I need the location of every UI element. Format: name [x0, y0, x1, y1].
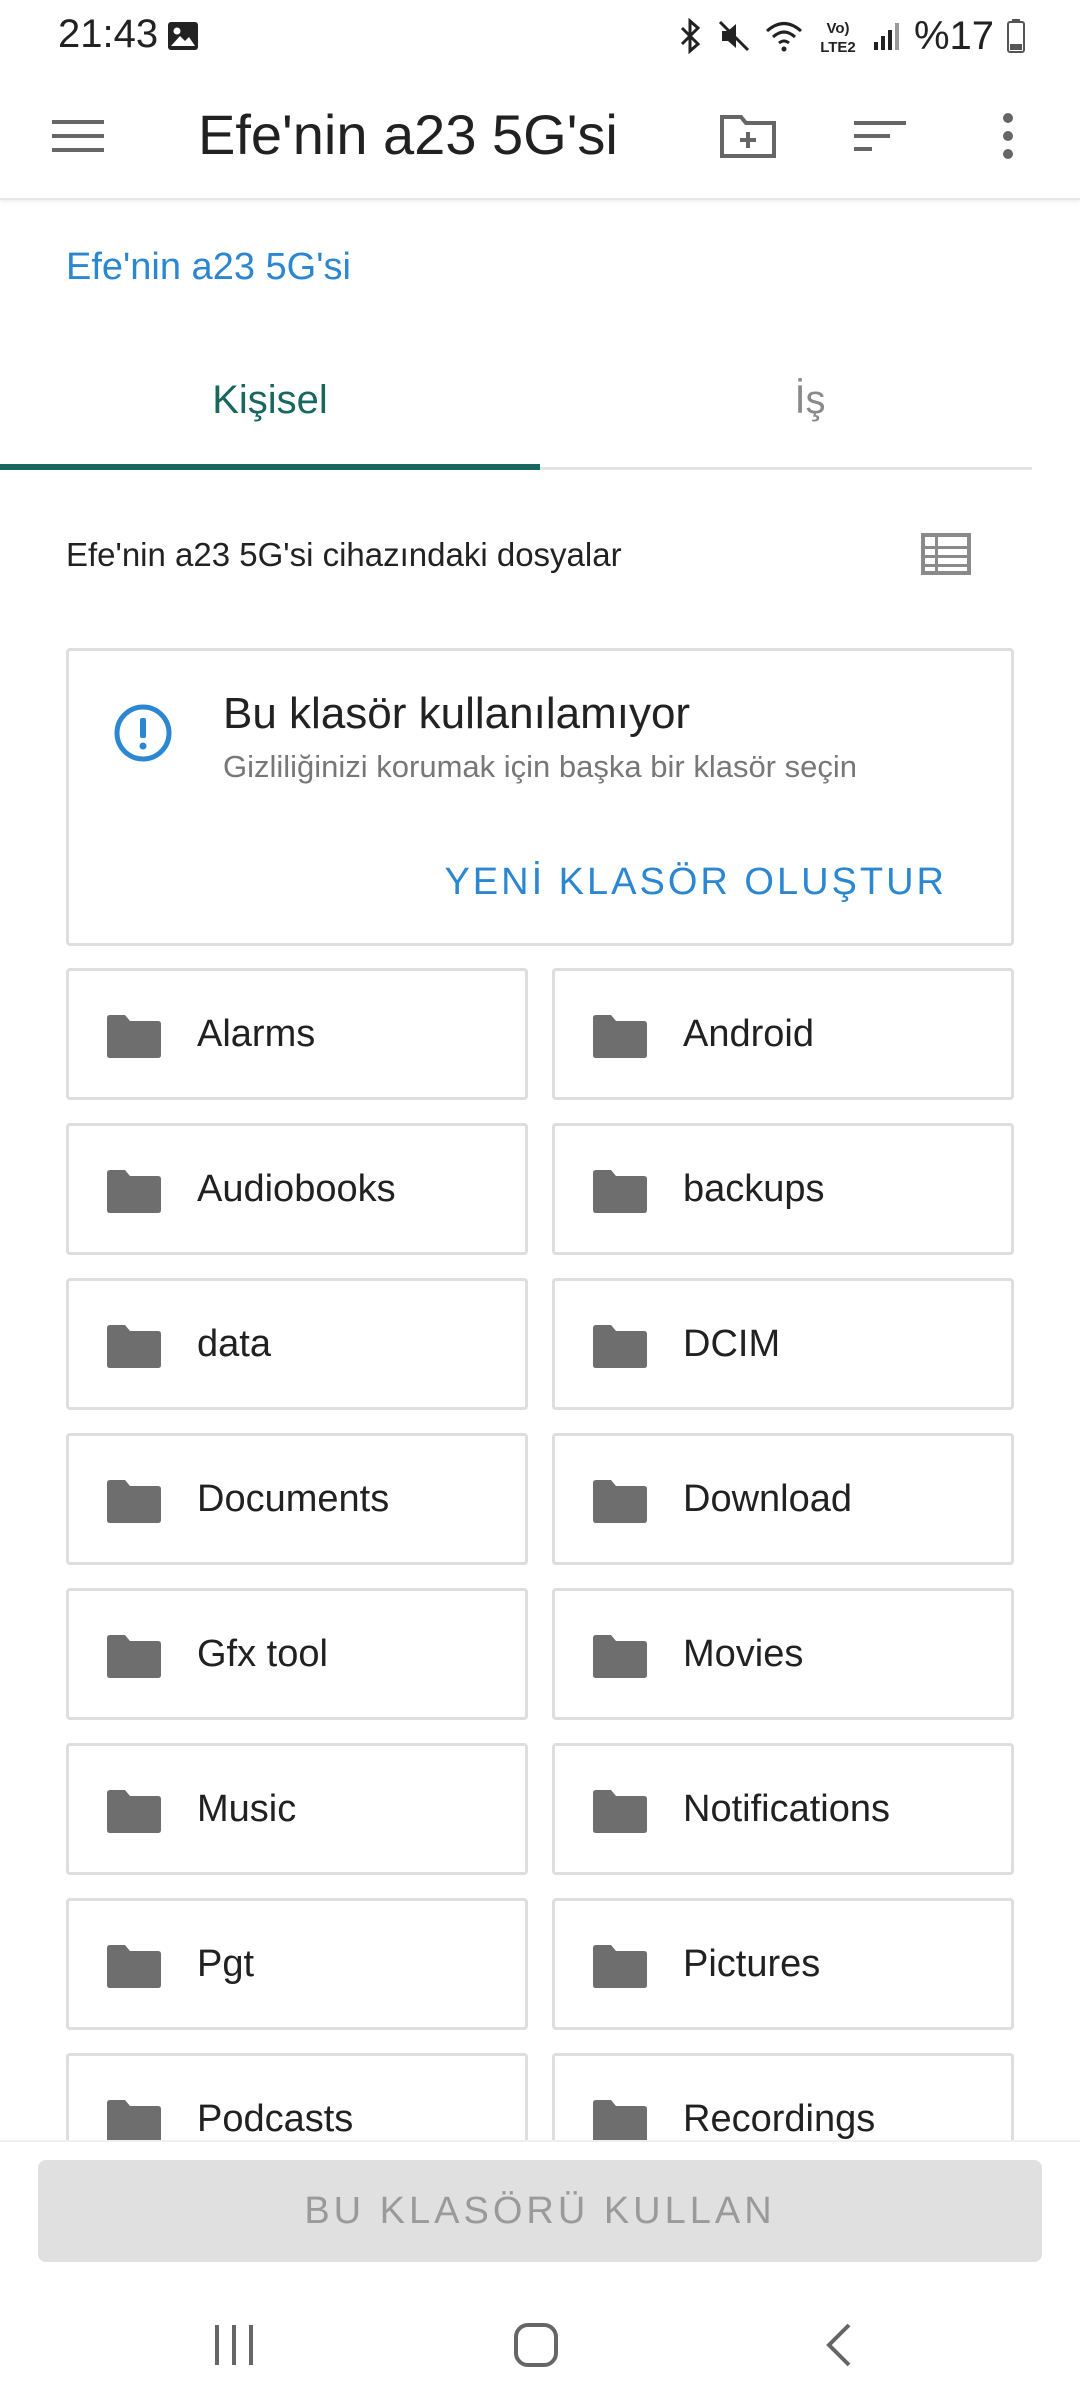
toolbar-title: Efe'nin a23 5G'si — [198, 103, 618, 166]
warning-subtitle: Gizliliğinizi korumak için başka bir kla… — [223, 749, 857, 784]
folder-name: Audiobooks — [197, 1168, 396, 1210]
mute-icon — [718, 20, 749, 52]
folder-item[interactable]: Movies — [552, 1588, 1014, 1720]
folder-item[interactable]: Pgt — [66, 1898, 528, 2030]
folder-name: Documents — [197, 1478, 390, 1520]
folder-item[interactable]: data — [66, 1278, 528, 1410]
folder-name: Download — [683, 1478, 852, 1520]
folder-icon — [593, 2100, 647, 2140]
folder-item[interactable]: Alarms — [66, 968, 528, 1100]
folder-item[interactable]: Documents — [66, 1433, 528, 1565]
folder-item[interactable]: Audiobooks — [66, 1123, 528, 1255]
recents-icon — [215, 2325, 253, 2365]
svg-text:Vo): Vo) — [826, 20, 849, 37]
folder-name: Music — [197, 1788, 297, 1830]
folder-item[interactable]: Notifications — [552, 1743, 1014, 1875]
home-icon — [514, 2323, 558, 2367]
navigation-bar — [0, 2280, 1080, 2408]
folder-item[interactable]: Android — [552, 968, 1014, 1100]
folder-icon — [593, 1790, 647, 1833]
app-toolbar: Efe'nin a23 5G'si — [0, 72, 1080, 200]
folder-icon — [593, 1325, 647, 1368]
warning-title: Bu klasör kullanılamıyor — [223, 689, 691, 738]
breadcrumb[interactable]: Efe'nin a23 5G'si — [66, 246, 351, 289]
folder-item[interactable]: Pictures — [552, 1898, 1014, 2030]
volte-icon: Vo) LTE2 — [820, 20, 856, 56]
menu-button[interactable] — [40, 98, 116, 174]
folder-icon — [107, 1635, 161, 1678]
folder-warning-card: Bu klasör kullanılamıyor Gizliliğinizi k… — [66, 648, 1014, 946]
profile-tabs: Kişisel İş — [0, 330, 1032, 470]
back-icon — [826, 2323, 851, 2367]
folder-icon — [107, 2100, 161, 2140]
folder-name: Gfx tool — [197, 1633, 328, 1675]
bottom-action-area: BU KLASÖRÜ KULLAN — [0, 2140, 1080, 2280]
folder-name: Pgt — [197, 1943, 255, 1985]
menu-icon — [52, 120, 104, 152]
sort-icon — [854, 121, 906, 151]
bluetooth-icon — [680, 18, 701, 54]
folder-name: Android — [683, 1013, 814, 1055]
sort-button[interactable] — [842, 98, 918, 174]
battery-icon — [1007, 19, 1025, 53]
more-vert-icon — [1003, 113, 1013, 159]
back-button[interactable] — [778, 2300, 898, 2390]
new-folder-icon — [720, 115, 776, 158]
folder-icon — [593, 1170, 647, 1213]
folder-item[interactable]: Podcasts — [66, 2053, 528, 2140]
status-bar: 21:43 Vo) LTE2 %17 — [0, 0, 1080, 72]
image-icon — [168, 22, 198, 50]
folder-icon — [107, 1325, 161, 1368]
folder-item[interactable]: Music — [66, 1743, 528, 1875]
folder-name: Pictures — [683, 1943, 821, 1985]
status-icons: Vo) LTE2 %17 — [678, 12, 1026, 60]
folder-name: DCIM — [683, 1323, 781, 1365]
folder-icon — [593, 1015, 647, 1058]
wifi-icon — [765, 22, 802, 52]
signal-icon — [873, 23, 899, 50]
folder-name: Movies — [683, 1633, 804, 1675]
folder-icon — [593, 1635, 647, 1678]
folder-icon — [107, 1170, 161, 1213]
folder-icon — [107, 1945, 161, 1988]
status-time: 21:43 — [58, 12, 159, 56]
recents-button[interactable] — [174, 2300, 294, 2390]
folder-item[interactable]: Download — [552, 1433, 1014, 1565]
more-options-button[interactable] — [970, 98, 1046, 174]
create-new-folder-button[interactable]: YENİ KLASÖR OLUŞTUR — [444, 861, 947, 904]
folder-name: data — [197, 1323, 271, 1365]
folder-name: Alarms — [197, 1013, 316, 1055]
folder-name: Notifications — [683, 1788, 890, 1830]
folder-icon — [107, 1480, 161, 1523]
tab-work[interactable]: İş — [540, 330, 1080, 470]
folder-icon — [107, 1790, 161, 1833]
folder-icon — [593, 1945, 647, 1988]
tab-indicator — [0, 464, 540, 470]
list-view-icon — [921, 533, 971, 575]
folder-icon — [107, 1015, 161, 1058]
tab-personal[interactable]: Kişisel — [0, 330, 540, 470]
folder-item[interactable]: Gfx tool — [66, 1588, 528, 1720]
folder-item[interactable]: backups — [552, 1123, 1014, 1255]
folder-item[interactable]: DCIM — [552, 1278, 1014, 1410]
info-icon — [114, 704, 172, 762]
folder-name: Recordings — [683, 2098, 876, 2140]
folder-name: backups — [683, 1168, 825, 1210]
battery-percent: %17 — [913, 13, 994, 58]
new-folder-button[interactable] — [710, 98, 786, 174]
folder-item[interactable]: Recordings — [552, 2053, 1014, 2140]
folder-grid: Alarms Android Audiobooks backups data DCIM Do… — [66, 968, 1014, 2140]
folder-icon — [593, 1480, 647, 1523]
files-header: Efe'nin a23 5G'si cihazındaki dosyalar — [66, 536, 622, 573]
folder-name: Podcasts — [197, 2098, 354, 2140]
home-button[interactable] — [476, 2300, 596, 2390]
list-view-button[interactable] — [908, 520, 984, 588]
svg-text:LTE2: LTE2 — [820, 39, 856, 56]
use-this-folder-button[interactable]: BU KLASÖRÜ KULLAN — [38, 2160, 1042, 2262]
